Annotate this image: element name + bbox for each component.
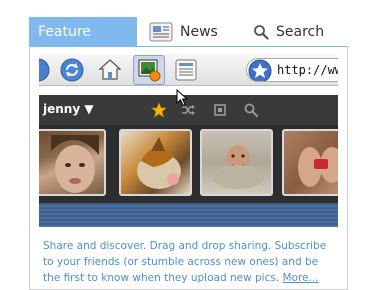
bird-photo [137, 137, 181, 189]
url-text: http://www.wild [277, 63, 338, 77]
star-badge-icon [248, 59, 272, 81]
url-field[interactable]: http://www.wild [246, 58, 338, 82]
tab-feature[interactable]: Feature [29, 17, 137, 47]
feed-icon[interactable] [173, 57, 199, 83]
tab-bar: Feature News Search [0, 0, 374, 48]
tab-news[interactable]: News [149, 17, 218, 47]
tab-news-label: News [180, 24, 218, 40]
tab-feature-label: Feature [38, 24, 91, 40]
photo-thumb-4[interactable] [282, 129, 338, 196]
browser-toolbar: http://www.wild [39, 54, 338, 86]
sand-face-photo [212, 145, 264, 189]
toolbar-band [39, 203, 338, 227]
tab-search[interactable]: Search [253, 17, 324, 47]
photo-thumb-3[interactable] [200, 129, 273, 196]
newspaper-icon [149, 22, 173, 42]
refresh-icon[interactable] [59, 57, 85, 83]
photo-button[interactable] [133, 55, 165, 85]
photo-thumb-1[interactable] [39, 129, 106, 196]
face-photo [51, 135, 99, 193]
tab-search-label: Search [276, 24, 325, 40]
photo-icon [138, 59, 161, 82]
photo-strip [39, 125, 338, 203]
feature-description: Share and discover. Drag and drop sharin… [43, 238, 335, 286]
user-menu[interactable]: jenny ▼ [43, 102, 94, 116]
search-icon [254, 25, 269, 40]
home-icon[interactable] [97, 57, 123, 83]
fullscreen-icon[interactable] [212, 102, 228, 118]
more-link[interactable]: More... [283, 272, 319, 284]
magnifier-icon[interactable] [243, 102, 259, 118]
cursor-icon [176, 89, 189, 107]
hands-photo [298, 147, 338, 187]
photo-thumb-2[interactable] [119, 129, 192, 196]
star-icon[interactable] [151, 102, 167, 118]
back-icon[interactable] [39, 57, 51, 83]
